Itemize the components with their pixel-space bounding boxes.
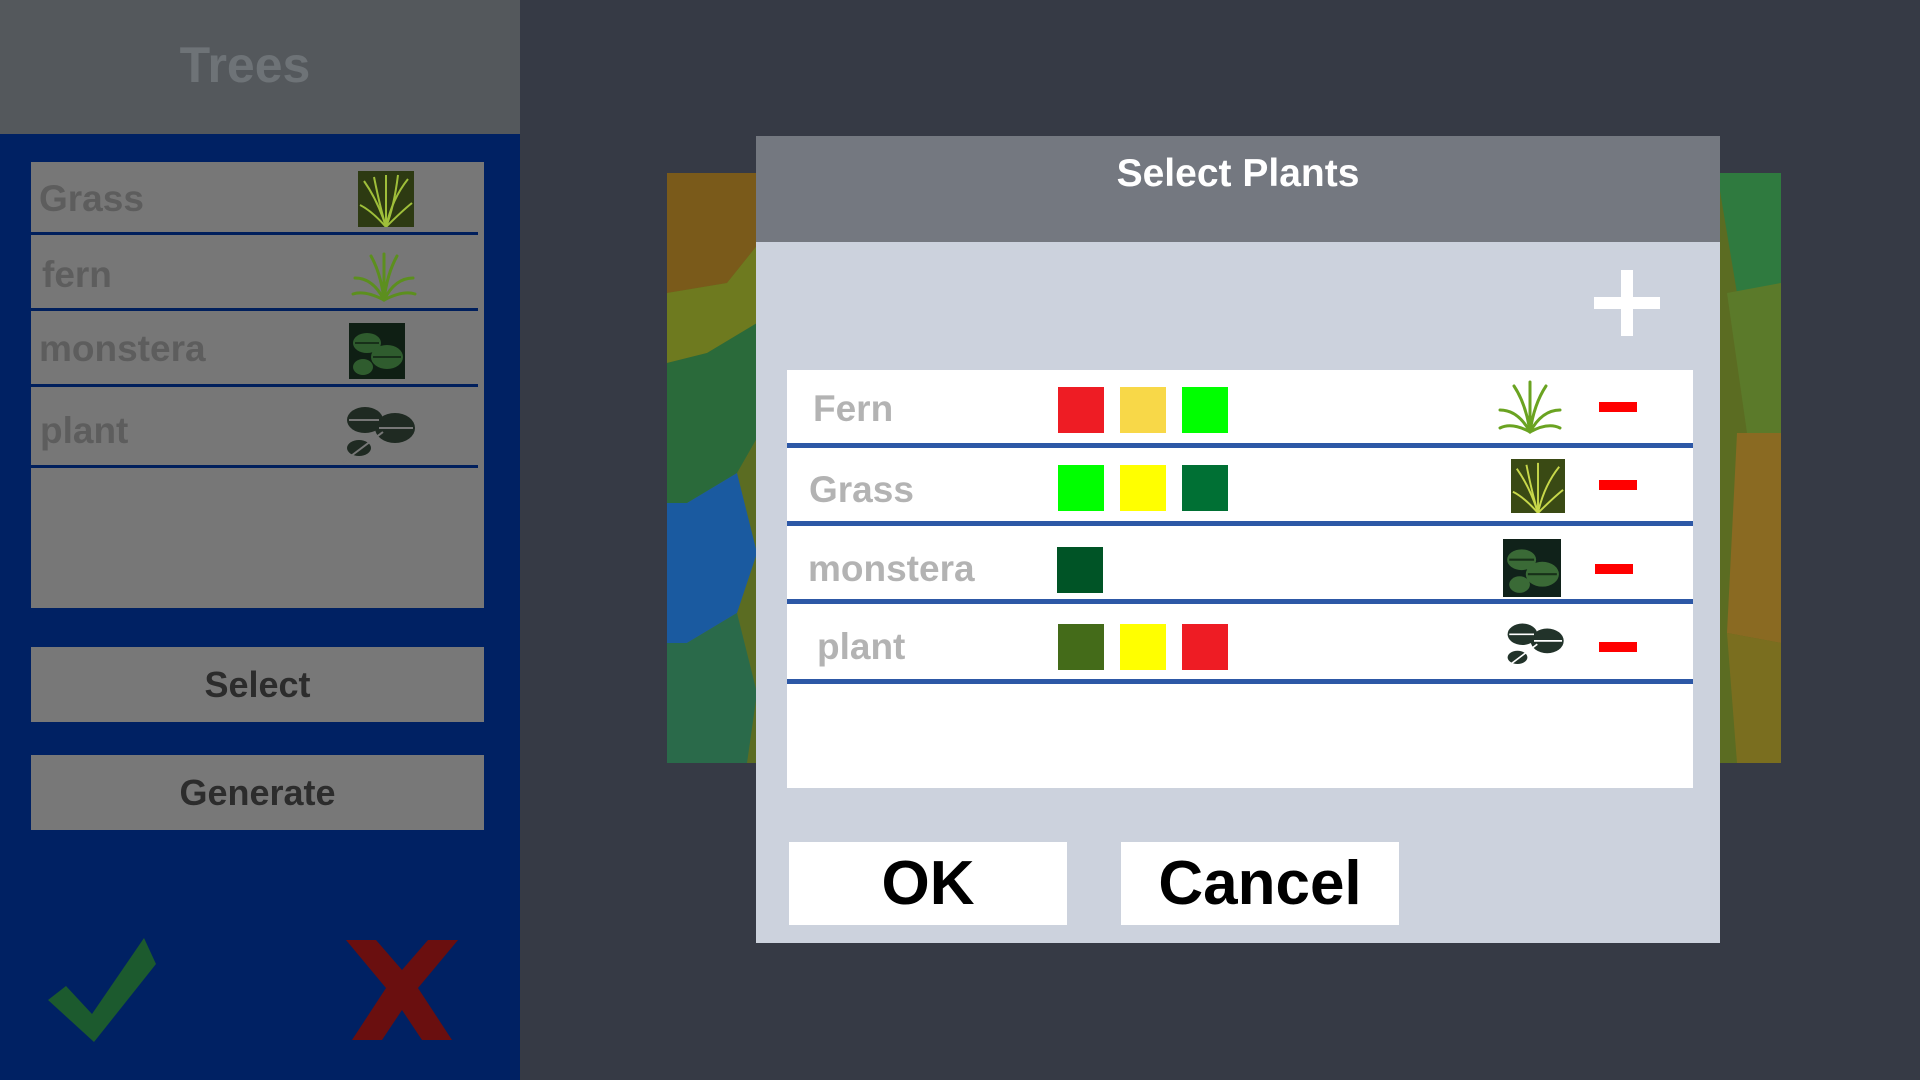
- grass-thumbnail-icon: [1511, 459, 1565, 513]
- color-swatch[interactable]: [1058, 624, 1104, 670]
- generate-button[interactable]: Generate: [31, 755, 484, 830]
- list-item-plant[interactable]: plant: [31, 390, 478, 468]
- minus-icon[interactable]: [1595, 564, 1633, 574]
- color-swatches: [1058, 387, 1228, 433]
- plant-row-plant[interactable]: plant: [787, 604, 1693, 684]
- list-item-monstera[interactable]: monstera: [31, 314, 478, 387]
- plant-row-fern[interactable]: Fern: [787, 370, 1693, 448]
- plant-thumbnail-icon: [1503, 623, 1564, 670]
- list-item-grass[interactable]: Grass: [31, 162, 478, 235]
- minus-icon[interactable]: [1599, 480, 1637, 490]
- selected-plants-list: Fern Grass monstera plant: [787, 370, 1693, 788]
- plant-row-grass[interactable]: Grass: [787, 448, 1693, 526]
- left-panel-header: Trees: [0, 0, 520, 134]
- list-item-label: fern: [42, 254, 112, 295]
- plant-row-name: plant: [817, 626, 906, 667]
- dialog-header: Select Plants: [756, 136, 1720, 242]
- x-icon[interactable]: [346, 940, 458, 1040]
- plant-list-left: Grass fern monstera plant: [31, 162, 484, 608]
- list-item-label: monstera: [39, 328, 206, 369]
- monstera-thumbnail-icon: [349, 323, 405, 379]
- plant-row-monstera[interactable]: monstera: [787, 526, 1693, 604]
- cancel-button[interactable]: Cancel: [1121, 842, 1399, 925]
- color-swatch[interactable]: [1182, 465, 1228, 511]
- minus-icon[interactable]: [1599, 642, 1637, 652]
- ok-button[interactable]: OK: [789, 842, 1067, 925]
- minus-icon[interactable]: [1599, 402, 1637, 412]
- plant-thumbnail-icon: [342, 407, 415, 463]
- left-panel-title: Trees: [179, 37, 311, 93]
- fern-thumbnail-icon: [1498, 380, 1562, 434]
- left-panel: Trees Grass fern monstera plant Select G…: [0, 0, 520, 1080]
- select-plants-dialog: Select Plants Fern Grass monstera plant …: [756, 136, 1720, 943]
- select-button[interactable]: Select: [31, 647, 484, 722]
- color-swatch[interactable]: [1182, 387, 1228, 433]
- plus-icon[interactable]: [1594, 270, 1660, 336]
- color-swatch[interactable]: [1120, 624, 1166, 670]
- list-item-label: plant: [40, 410, 129, 451]
- plant-row-name: Grass: [809, 469, 914, 510]
- list-item-fern[interactable]: fern: [31, 238, 478, 311]
- fern-thumbnail-icon: [351, 252, 417, 302]
- color-swatches: [1058, 624, 1228, 670]
- plant-row-name: monstera: [808, 548, 975, 589]
- color-swatch[interactable]: [1058, 465, 1104, 511]
- color-swatch[interactable]: [1057, 547, 1103, 593]
- color-swatch[interactable]: [1120, 387, 1166, 433]
- dialog-title: Select Plants: [1116, 152, 1360, 195]
- color-swatches: [1057, 547, 1103, 593]
- color-swatch[interactable]: [1182, 624, 1228, 670]
- checkmark-icon[interactable]: [44, 938, 160, 1044]
- monstera-thumbnail-icon: [1503, 539, 1561, 597]
- grass-thumbnail-icon: [358, 171, 414, 227]
- color-swatches: [1058, 465, 1228, 511]
- color-swatch[interactable]: [1058, 387, 1104, 433]
- list-item-label: Grass: [39, 178, 144, 219]
- plant-row-name: Fern: [813, 388, 894, 429]
- color-swatch[interactable]: [1120, 465, 1166, 511]
